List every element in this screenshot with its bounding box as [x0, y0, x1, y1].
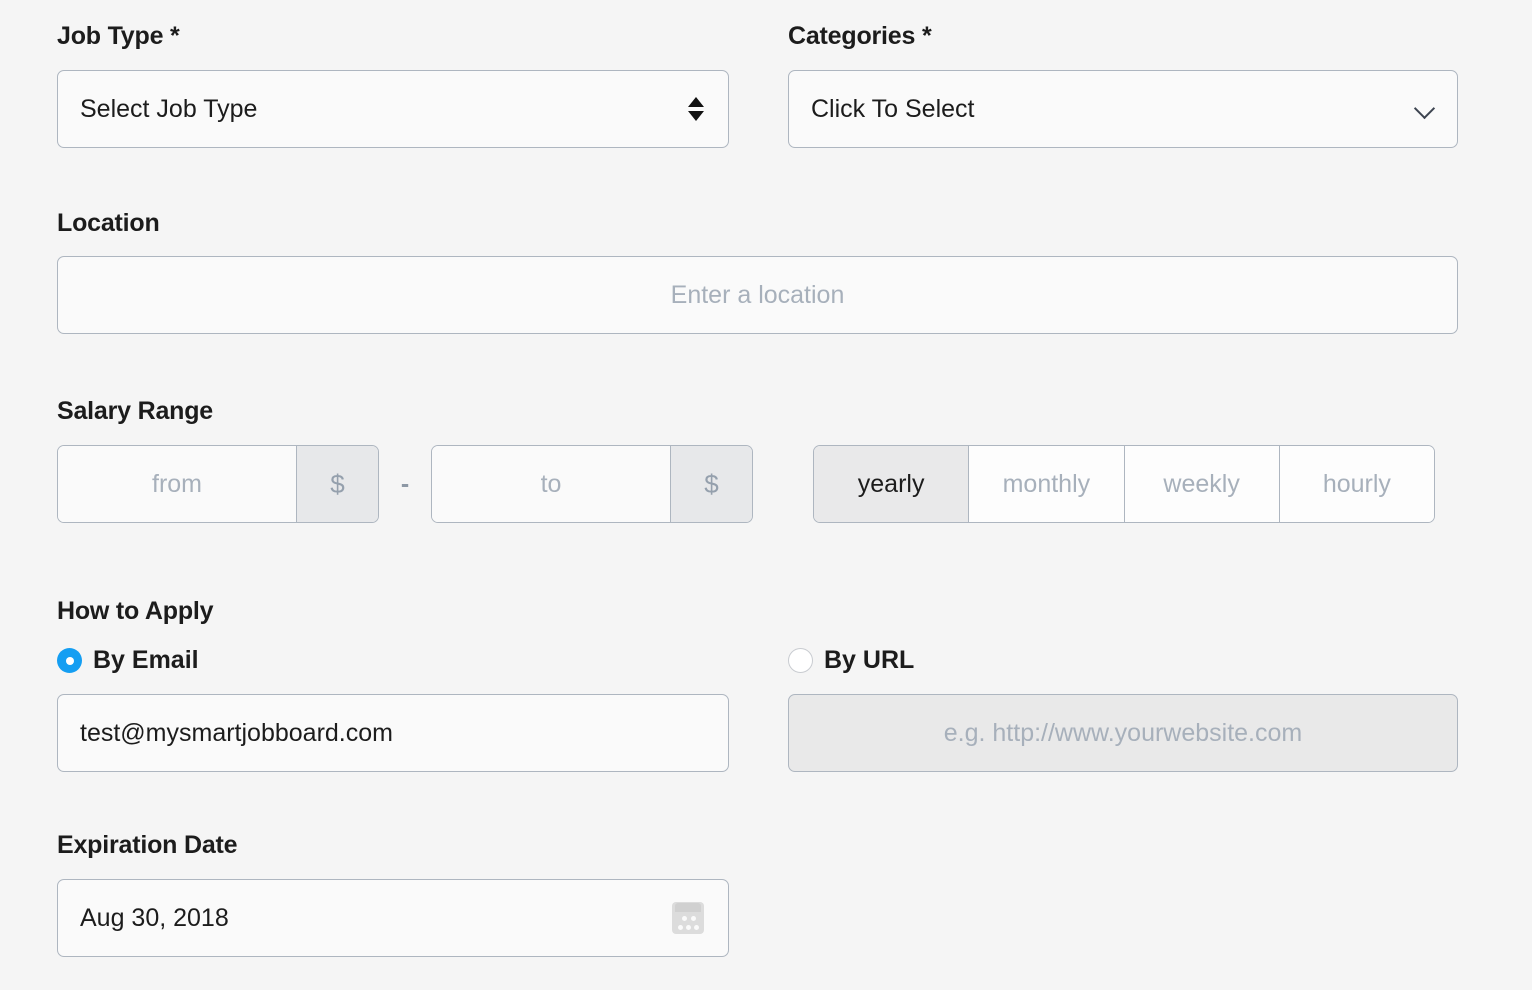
chevron-down-icon	[1415, 99, 1435, 119]
expiration-date-value: Aug 30, 2018	[80, 903, 229, 932]
categories-selected-value: Click To Select	[811, 94, 975, 123]
job-posting-form: Job Type * Select Job Type Categories * …	[0, 0, 1532, 990]
salary-range-label: Salary Range	[57, 397, 214, 425]
location-field-group: Location Enter a location	[57, 211, 1458, 334]
salary-to-group[interactable]: to $	[431, 445, 753, 523]
how-to-apply-label: How to Apply	[57, 597, 214, 625]
how-to-apply-group: How to Apply	[57, 599, 1458, 624]
job-type-field-group: Job Type * Select Job Type	[57, 24, 729, 148]
apply-by-url-group: By URL e.g. http://www.yourwebsite.com	[788, 648, 1458, 772]
apply-email-input[interactable]: test@mysmartjobboard.com	[57, 694, 729, 772]
salary-from-input[interactable]: from	[58, 446, 296, 522]
salary-range-group: Salary Range from $ - to $ yearly monthl…	[57, 399, 1458, 523]
salary-range-separator: -	[400, 469, 410, 498]
apply-by-email-label: By Email	[93, 646, 199, 674]
radio-by-email[interactable]	[57, 648, 82, 673]
job-type-label: Job Type *	[57, 22, 180, 50]
currency-symbol-from: $	[296, 446, 378, 522]
apply-by-email-option[interactable]: By Email	[57, 648, 729, 673]
period-option-monthly[interactable]: monthly	[968, 446, 1124, 522]
currency-symbol-to: $	[670, 446, 752, 522]
location-label: Location	[57, 209, 160, 237]
expiration-date-group: Expiration Date Aug 30, 2018	[57, 833, 729, 957]
salary-to-input[interactable]: to	[432, 446, 670, 522]
location-placeholder: Enter a location	[670, 280, 845, 309]
apply-url-input[interactable]: e.g. http://www.yourwebsite.com	[788, 694, 1458, 772]
expiration-date-label: Expiration Date	[57, 831, 238, 859]
apply-by-email-group: By Email test@mysmartjobboard.com	[57, 648, 729, 772]
calendar-icon[interactable]	[672, 902, 704, 934]
apply-by-url-label: By URL	[824, 646, 915, 674]
job-type-select[interactable]: Select Job Type	[57, 70, 729, 148]
location-input[interactable]: Enter a location	[57, 256, 1458, 334]
period-option-weekly[interactable]: weekly	[1123, 446, 1279, 522]
categories-select[interactable]: Click To Select	[788, 70, 1458, 148]
salary-from-group[interactable]: from $	[57, 445, 379, 523]
radio-by-url[interactable]	[788, 648, 813, 673]
apply-url-placeholder: e.g. http://www.yourwebsite.com	[943, 718, 1303, 747]
apply-by-url-option[interactable]: By URL	[788, 648, 1458, 673]
expiration-date-input[interactable]: Aug 30, 2018	[57, 879, 729, 957]
period-option-yearly[interactable]: yearly	[814, 446, 969, 522]
salary-period-toggle-group: yearly monthly weekly hourly	[813, 445, 1435, 523]
job-type-selected-value: Select Job Type	[80, 94, 258, 123]
select-spinner-icon	[688, 97, 704, 121]
categories-label: Categories *	[788, 22, 932, 50]
period-option-hourly[interactable]: hourly	[1278, 446, 1434, 522]
apply-email-value: test@mysmartjobboard.com	[80, 718, 393, 747]
categories-field-group: Categories * Click To Select	[788, 24, 1458, 148]
